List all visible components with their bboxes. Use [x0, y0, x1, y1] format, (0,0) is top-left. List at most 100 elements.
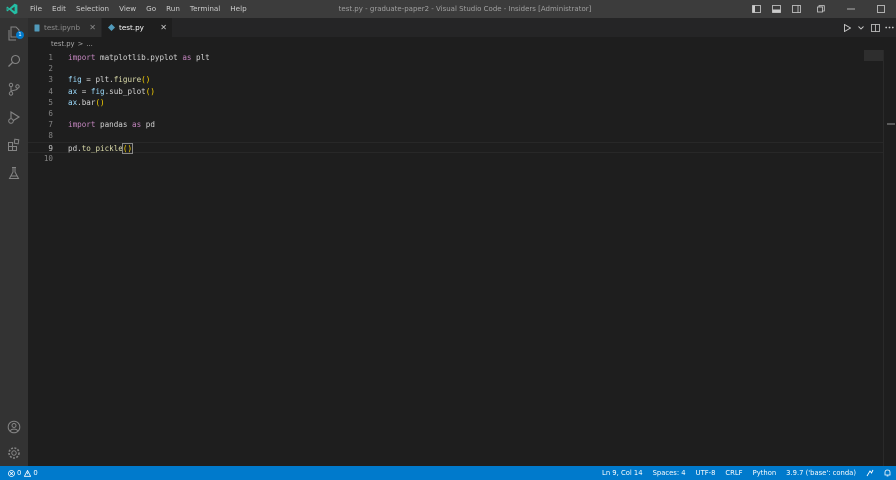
line-ending[interactable]: CRLF: [720, 466, 747, 480]
code-line[interactable]: 3 fig = plt.figure(): [28, 74, 884, 85]
line-number: 6: [48, 109, 53, 118]
split-editor-icon[interactable]: [868, 18, 882, 37]
editor-actions: [840, 18, 896, 37]
code-token: fig: [68, 75, 82, 85]
editor-tabs: test.ipynb ✕ test.py ✕: [28, 18, 896, 37]
code-token: as: [132, 120, 142, 130]
code-line[interactable]: 9 pd.to_pickle(): [28, 141, 884, 154]
close-icon[interactable]: ✕: [89, 18, 96, 37]
source-control-icon[interactable]: [0, 76, 28, 102]
menu-help[interactable]: Help: [225, 0, 251, 18]
vscode-insiders-logo-icon: [3, 0, 21, 18]
code-line[interactable]: 10: [28, 153, 884, 164]
line-code: fig = plt.figure(): [68, 74, 150, 85]
menu-view[interactable]: View: [114, 0, 141, 18]
problems-indicator[interactable]: 0 0: [8, 466, 38, 480]
run-options-chevron-down-icon[interactable]: [854, 18, 868, 37]
explorer-badge: 1: [16, 31, 24, 39]
window-controls: [806, 0, 896, 18]
code-line[interactable]: 1 import matplotlib.pyplot as plt: [28, 52, 884, 63]
run-and-debug-icon[interactable]: [0, 104, 28, 130]
code-token: (): [121, 142, 134, 154]
minimize-window-icon[interactable]: [836, 0, 866, 18]
menu-run[interactable]: Run: [161, 0, 185, 18]
scrollbar-cursor-marker: [887, 123, 895, 125]
feedback-icon[interactable]: [861, 469, 879, 477]
toggle-secondary-sidebar-icon[interactable]: [786, 0, 806, 18]
line-number: 3: [48, 75, 53, 85]
code-token: figure: [113, 75, 142, 85]
error-icon: [8, 469, 15, 477]
extensions-icon[interactable]: [0, 132, 28, 158]
run-python-file-icon[interactable]: [840, 18, 854, 37]
line-number: 5: [48, 97, 53, 107]
search-icon[interactable]: [0, 48, 28, 74]
code-token: (): [141, 75, 151, 85]
close-icon[interactable]: ✕: [160, 18, 167, 37]
layout-controls: [746, 0, 806, 18]
line-number: 4: [48, 86, 53, 96]
code-line[interactable]: 7 import pandas as pd: [28, 119, 884, 130]
line-number: 8: [48, 131, 53, 141]
python-interpreter[interactable]: 3.9.7 ('base': conda): [781, 466, 861, 480]
python-icon: [108, 24, 115, 31]
error-count: 0: [17, 469, 22, 477]
breadcrumb-separator: >: [77, 39, 84, 48]
status-bar: 0 0 Ln 9, Col 14 Spaces: 4 UTF-8 CRLF Py…: [0, 466, 896, 480]
code-token: .bar: [77, 97, 96, 107]
language-mode[interactable]: Python: [748, 466, 782, 480]
menu-selection[interactable]: Selection: [71, 0, 114, 18]
breadcrumb-file[interactable]: test.py: [51, 40, 75, 48]
more-actions-icon[interactable]: [882, 18, 896, 37]
toggle-sidebar-icon[interactable]: [746, 0, 766, 18]
maximize-window-icon[interactable]: [866, 0, 896, 18]
breadcrumb-more[interactable]: ...: [86, 40, 92, 48]
line-number: 2: [48, 64, 53, 74]
explorer-icon[interactable]: 1: [0, 20, 28, 46]
line-code: import pandas as pd: [68, 119, 155, 130]
tab-label: test.ipynb: [44, 23, 81, 32]
cursor-position[interactable]: Ln 9, Col 14: [597, 466, 648, 480]
code-token: to_pickle: [81, 143, 123, 153]
window-title: test.py - graduate-paper2 - Visual Studi…: [338, 5, 592, 13]
restore-window-icon[interactable]: [806, 0, 836, 18]
line-number: 7: [48, 120, 53, 130]
menu-go[interactable]: Go: [141, 0, 161, 18]
tab-test-ipynb[interactable]: test.ipynb ✕: [28, 18, 101, 37]
code-line[interactable]: 8: [28, 130, 884, 141]
warning-count: 0: [33, 469, 38, 477]
indentation[interactable]: Spaces: 4: [648, 466, 691, 480]
breadcrumb: test.py > ...: [28, 37, 848, 50]
code-line[interactable]: 4 ax = fig.sub_plot(): [28, 86, 884, 97]
editor-scrollbar[interactable]: [883, 50, 896, 466]
menu-file[interactable]: File: [25, 0, 47, 18]
accounts-icon[interactable]: [0, 414, 28, 440]
manage-gear-icon[interactable]: [0, 440, 28, 466]
encoding[interactable]: UTF-8: [691, 466, 721, 480]
line-code: import matplotlib.pyplot as plt: [68, 52, 210, 63]
warning-icon: [24, 469, 32, 477]
code-line[interactable]: 2: [28, 63, 884, 74]
code-editor[interactable]: 1 import matplotlib.pyplot as plt 2 3 fig = …: [28, 50, 884, 466]
code-token: ax: [68, 97, 78, 107]
code-token: import: [68, 53, 96, 62]
code-token: =: [81, 75, 96, 85]
tab-test-py[interactable]: test.py ✕: [102, 18, 172, 37]
code-token: .sub_plot: [104, 86, 146, 96]
code-token: (): [95, 97, 105, 107]
toggle-panel-icon[interactable]: [766, 0, 786, 18]
menu-edit[interactable]: Edit: [47, 0, 71, 18]
notebook-icon: [34, 24, 40, 32]
code-token: fig: [90, 86, 105, 96]
tab-label: test.py: [119, 23, 144, 32]
code-line[interactable]: 6: [28, 108, 884, 119]
title-bar: File Edit Selection View Go Run Terminal Help t…: [0, 0, 896, 18]
code-line[interactable]: 5 ax.bar(): [28, 97, 884, 108]
code-token: pd: [141, 120, 155, 130]
menu-bar: File Edit Selection View Go Run Terminal Help: [25, 0, 252, 18]
menu-terminal[interactable]: Terminal: [185, 0, 225, 18]
activity-bar: 1: [0, 18, 28, 466]
code-token: plt: [191, 53, 210, 62]
notifications-bell-icon[interactable]: [879, 469, 896, 477]
testing-flask-icon[interactable]: [0, 160, 28, 186]
